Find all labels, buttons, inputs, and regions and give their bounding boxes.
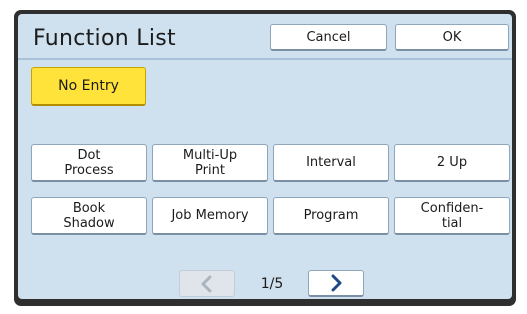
chevron-left-icon [201, 275, 212, 292]
device-frame: Function List Cancel OK No Entry Dot Pro… [14, 10, 516, 306]
page-indicator: 1/5 [260, 276, 284, 292]
ok-button[interactable]: OK [395, 24, 509, 51]
function-book-shadow-button[interactable]: Book Shadow [31, 197, 147, 235]
function-confidential-button[interactable]: Confiden- tial [394, 197, 510, 235]
header-divider [18, 58, 512, 60]
function-list-screen: Function List Cancel OK No Entry Dot Pro… [18, 14, 512, 299]
function-job-memory-button[interactable]: Job Memory [152, 197, 268, 235]
no-entry-button[interactable]: No Entry [31, 67, 146, 106]
previous-page-button[interactable] [179, 270, 235, 297]
function-program-button[interactable]: Program [273, 197, 389, 235]
cancel-button[interactable]: Cancel [270, 24, 387, 51]
function-2-up-button[interactable]: 2 Up [394, 144, 510, 182]
chevron-right-icon [331, 274, 342, 292]
page-title: Function List [33, 26, 176, 51]
function-dot-process-button[interactable]: Dot Process [31, 144, 147, 182]
function-multi-up-print-button[interactable]: Multi-Up Print [152, 144, 268, 182]
next-page-button[interactable] [308, 270, 364, 297]
function-interval-button[interactable]: Interval [273, 144, 389, 182]
